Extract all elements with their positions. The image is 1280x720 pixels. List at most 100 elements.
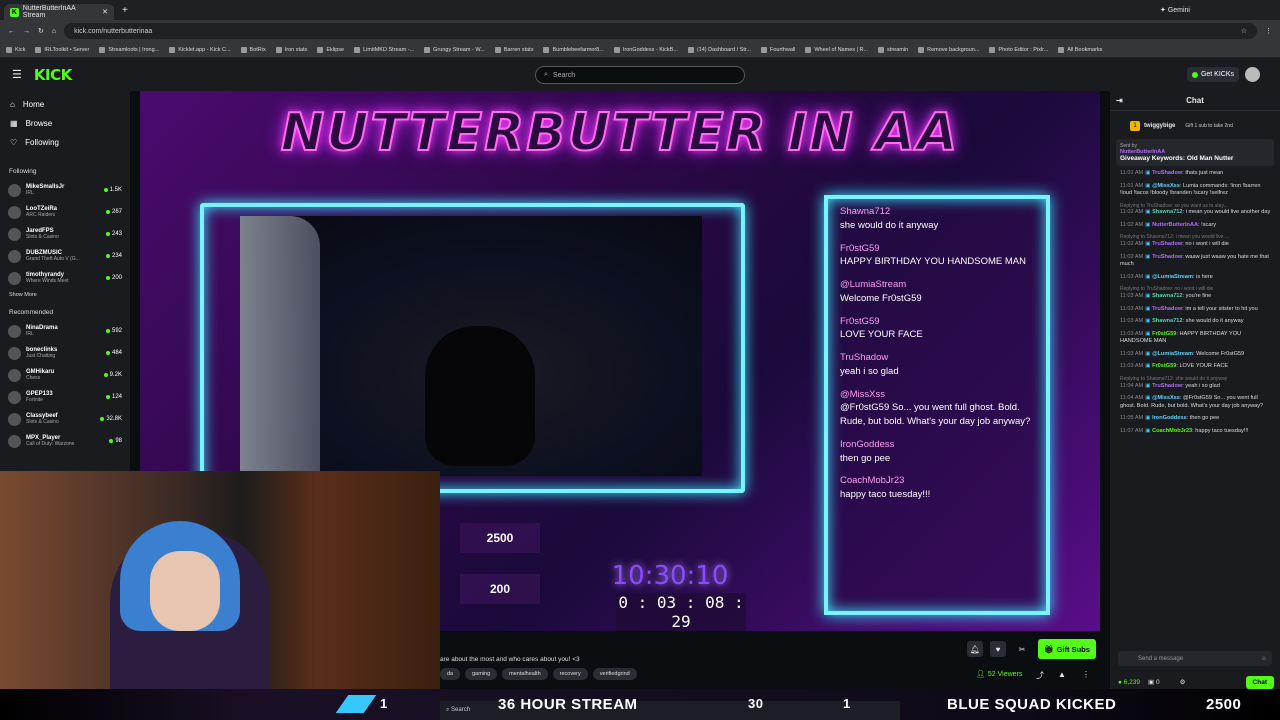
chat-message[interactable]: Replying to TruShadow: no i wont i will … <box>1110 284 1280 303</box>
message-username[interactable]: TruShadow <box>1152 241 1182 247</box>
notifications-bell-icon[interactable]: 🔔︎ <box>967 641 983 657</box>
close-tab-icon[interactable]: ✕ <box>102 8 108 16</box>
bookmark-item[interactable]: Eklipse <box>317 46 344 53</box>
bookmark-item[interactable]: Iron stats <box>275 46 307 53</box>
extensions-icon[interactable]: ⋮ <box>1265 27 1272 35</box>
message-username[interactable]: TruShadow <box>1152 170 1182 176</box>
message-username[interactable]: Shawna712 <box>1152 209 1182 215</box>
message-username[interactable]: TruShadow <box>1152 383 1182 389</box>
taskbar-search[interactable]: ⌕ Search <box>446 707 470 714</box>
clip-icon[interactable]: ✂ <box>1014 641 1030 657</box>
sidebar-channel-recommended[interactable]: boneclinks Just Chatting 484 <box>0 342 130 364</box>
chat-message[interactable]: 11:04 AM ▣ @MissXss: @Fr0stG59 So... you … <box>1110 393 1280 413</box>
chat-message[interactable]: Replying to Shawna712: i mean you would … <box>1110 232 1280 251</box>
sidebar-channel-following[interactable]: DUBZMUSIC Grand Theft Auto V (G... 234 <box>0 245 130 267</box>
collapse-chat-icon[interactable]: ⇥ <box>1116 96 1123 105</box>
home-browser-icon[interactable]: ⌂ <box>52 28 56 35</box>
back-icon[interactable]: ← <box>8 28 15 35</box>
chat-message[interactable]: Replying to Shawna712: she would do it a… <box>1110 374 1280 393</box>
chat-message[interactable]: 11:05 AM ▣ IronGoddess: then go pee <box>1110 413 1280 426</box>
message-username[interactable]: @LumiaStream <box>1152 351 1193 357</box>
nav-following[interactable]: ♡ Following <box>0 133 130 152</box>
bookmark-item[interactable]: IRLToolkit • Server <box>35 46 89 53</box>
sidebar-channel-recommended[interactable]: NinaDrama IRL 592 <box>0 320 130 342</box>
message-username[interactable]: IronGoddess <box>1152 415 1187 421</box>
sidebar-channel-following[interactable]: timothyrandy Where Winds Meet 200 <box>0 267 130 289</box>
bookmark-item[interactable]: (14) Dashboard / Str... <box>687 46 751 53</box>
chat-message[interactable]: 11:01 AM ▣ TruShadow: thats just mean <box>1110 168 1280 181</box>
chat-message[interactable]: 11:01 AM ▣ @MissXss: Lumia commands: !iro… <box>1110 181 1280 201</box>
gift-prompt[interactable]: Gift 1 sub to take 2nd <box>1185 123 1233 129</box>
bookmark-item[interactable]: Wheel of Names | R... <box>805 46 868 53</box>
share-icon[interactable]: ⤴ <box>1036 670 1044 681</box>
menu-icon[interactable]: ☰ <box>12 68 22 81</box>
sidebar-channel-following[interactable]: MikeSmallsJr IRL 1.5K <box>0 179 130 201</box>
nav-home[interactable]: ⌂ Home <box>0 95 130 114</box>
url-field[interactable]: kick.com/nutterbutterinaa ☆ <box>64 23 1257 39</box>
bookmark-item[interactable]: Streamloots | Irong... <box>99 46 159 53</box>
more-options-icon[interactable]: ⋮ <box>1082 670 1090 679</box>
chat-message[interactable]: 11:07 AM ▣ CoachMobJr23: happy taco tuesd… <box>1110 426 1280 439</box>
bookmark-star-icon[interactable]: ☆ <box>1241 27 1247 35</box>
bookmark-item[interactable]: Grungy Stream - W... <box>424 46 485 53</box>
message-username[interactable]: NutterButterInAA <box>1152 222 1198 228</box>
follow-heart-icon[interactable]: ♥ <box>990 641 1006 657</box>
bookmark-item[interactable]: Bumblebeefarmer8... <box>543 46 604 53</box>
chat-message[interactable]: 11:03 AM ▣ Fr0stG59: HAPPY BIRTHDAY YOU H… <box>1110 329 1280 349</box>
chat-message[interactable]: 11:03 AM ▣ @LumiaStream: is here <box>1110 272 1280 285</box>
stream-tag[interactable]: mentalhealth <box>502 668 548 680</box>
message-username[interactable]: TruShadow <box>1152 254 1182 260</box>
bookmark-item[interactable]: IronGoddess - KickB... <box>613 46 678 53</box>
stream-tag[interactable]: gaming <box>465 668 498 680</box>
kicks-balance[interactable]: ● 6,239 <box>1118 679 1140 686</box>
message-username[interactable]: CoachMobJr23 <box>1152 428 1192 434</box>
sidebar-channel-recommended[interactable]: GPEP133 Fortnite 124 <box>0 386 130 408</box>
bookmark-item[interactable]: Photo Editor : Pixlr... <box>989 46 1048 53</box>
sidebar-channel-recommended[interactable]: GMHikaru Chess 9.2K <box>0 364 130 386</box>
message-username[interactable]: Fr0stG59 <box>1152 363 1176 369</box>
browser-tab[interactable]: K NutterButterInAA Stream ✕ <box>4 4 114 20</box>
sidebar-channel-following[interactable]: LooTZeiRa ARC Raiders 267 <box>0 201 130 223</box>
stream-tag[interactable]: da <box>440 668 461 680</box>
points-balance[interactable]: ▣ 0 <box>1148 678 1160 686</box>
chat-message[interactable]: 11:02 AM ▣ TruShadow: waaw just waaw you … <box>1110 252 1280 272</box>
message-username[interactable]: Shawna712 <box>1152 293 1182 299</box>
chat-message[interactable]: 11:02 AM ▣ NutterButterInAA: !scary <box>1110 220 1280 233</box>
chat-input[interactable]: Send a message ☺ <box>1118 651 1272 666</box>
bookmark-item[interactable]: streamin <box>878 46 908 53</box>
message-username[interactable]: @LumiaStream <box>1152 274 1193 280</box>
forward-icon[interactable]: → <box>23 28 30 35</box>
message-username[interactable]: TruShadow <box>1152 306 1182 312</box>
chat-message[interactable]: 11:03 AM ▣ Shawna712: she would do it any… <box>1110 316 1280 329</box>
stream-tag[interactable]: verifiedgrind <box>592 668 637 680</box>
bookmark-item[interactable]: LimitMKD Stream -... <box>354 46 414 53</box>
message-username[interactable]: Shawna712 <box>1152 318 1182 324</box>
bookmark-item[interactable]: All Bookmarks <box>1058 46 1102 53</box>
user-avatar[interactable] <box>1245 67 1260 82</box>
chat-message[interactable]: Replying to TruShadow: so you want us to… <box>1110 201 1280 220</box>
gift-subs-button[interactable]: 🎁︎ Gift Subs <box>1038 639 1096 659</box>
sidebar-channel-recommended[interactable]: Classybeef Slots & Casino 32.8K <box>0 408 130 430</box>
new-tab-icon[interactable]: + <box>122 5 128 16</box>
chat-settings-icon[interactable]: ⚙ <box>1180 678 1186 686</box>
stream-tag[interactable]: recovery <box>552 668 588 680</box>
chat-message[interactable]: 11:03 AM ▣ @LumiaStream: Welcome Fr0stG59 <box>1110 349 1280 362</box>
search-input[interactable]: ⌕ Search <box>535 66 745 84</box>
bookmark-item[interactable]: Kicklet.app - Kick C... <box>169 46 231 53</box>
bookmark-item[interactable]: Barren stats <box>494 46 533 53</box>
bookmark-item[interactable]: Fourthwall <box>760 46 795 53</box>
message-username[interactable]: Fr0stG59 <box>1152 331 1176 337</box>
emoji-icon[interactable]: ☺ <box>1261 656 1267 662</box>
kick-logo[interactable]: KICK <box>34 66 72 84</box>
reload-icon[interactable]: ↻ <box>38 27 44 35</box>
show-more-link[interactable]: Show More <box>0 289 130 301</box>
chat-message[interactable]: 11:03 AM ▣ Fr0stG59: LOVE YOUR FACE <box>1110 361 1280 374</box>
chat-send-button[interactable]: Chat <box>1245 675 1274 689</box>
message-username[interactable]: @MissXss <box>1152 395 1180 401</box>
chat-message[interactable]: 11:03 AM ▣ TruShadow: im a tell your sits… <box>1110 304 1280 317</box>
bookmark-item[interactable]: Remove backgroun... <box>918 46 979 53</box>
report-icon[interactable]: ▲ <box>1058 670 1066 679</box>
sidebar-channel-following[interactable]: JaredFPS Slots & Casino 243 <box>0 223 130 245</box>
gemini-button[interactable]: ✦ Gemini <box>1160 6 1190 14</box>
bookmark-item[interactable]: Kick <box>6 46 25 53</box>
